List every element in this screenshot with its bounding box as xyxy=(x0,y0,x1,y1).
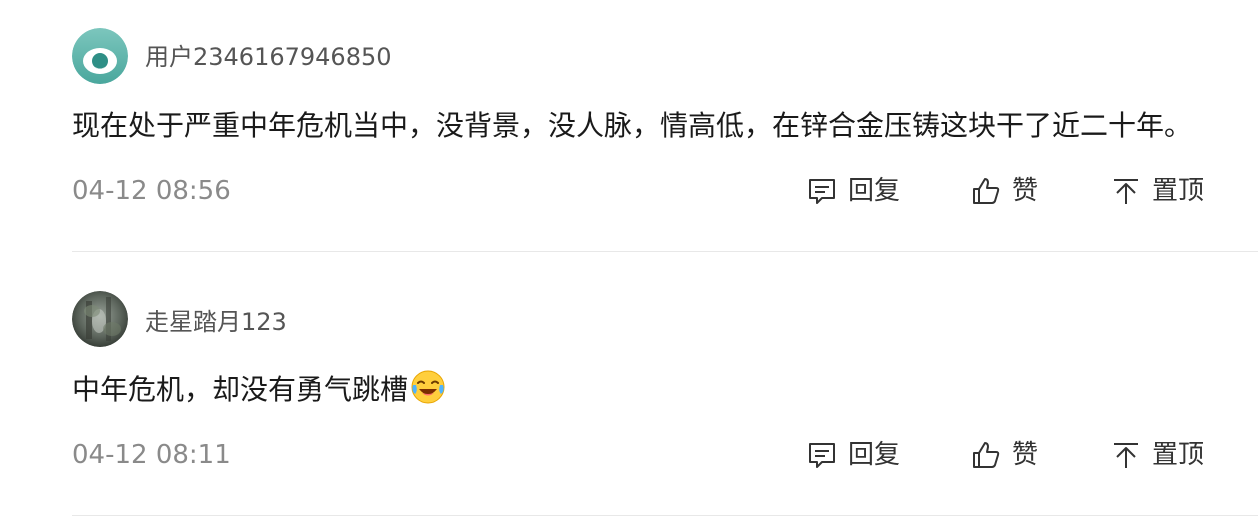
pin-label: 置顶 xyxy=(1152,440,1205,470)
pin-to-top-button[interactable]: 置顶 xyxy=(1110,439,1204,471)
like-label: 赞 xyxy=(1012,440,1039,470)
pin-label: 置顶 xyxy=(1152,176,1205,206)
default-user-avatar-icon xyxy=(72,28,128,84)
crying-laughing-emoji-icon xyxy=(411,370,445,404)
timestamp: 04-12 08:56 xyxy=(72,176,231,206)
timestamp: 04-12 08:11 xyxy=(72,440,231,470)
username[interactable]: 走星踏月123 xyxy=(145,307,287,337)
comment-item: 用户2346167946850 现在处于严重中年危机当中，没背景，没人脉，情高低… xyxy=(0,0,1258,252)
comment-text: 现在处于严重中年危机当中，没背景，没人脉，情高低，在锌合金压铸这块干了近二十年。 xyxy=(72,109,1193,142)
divider xyxy=(72,251,1258,252)
comment-list: 用户2346167946850 现在处于严重中年危机当中，没背景，没人脉，情高低… xyxy=(0,0,1258,528)
thumbs-up-icon xyxy=(973,178,1000,204)
pin-to-top-icon xyxy=(1114,179,1138,204)
reply-label: 回复 xyxy=(848,440,901,470)
like-label: 赞 xyxy=(1012,176,1039,206)
divider xyxy=(72,515,1258,516)
reply-button[interactable]: 回复 xyxy=(806,439,900,471)
avatar[interactable] xyxy=(72,28,128,84)
comment-icon xyxy=(809,179,835,204)
comment-text: 中年危机，却没有勇气跳槽 xyxy=(72,369,446,410)
pin-to-top-button[interactable]: 置顶 xyxy=(1110,175,1204,207)
reply-button[interactable]: 回复 xyxy=(806,175,900,207)
pin-to-top-icon xyxy=(1114,443,1138,468)
username[interactable]: 用户2346167946850 xyxy=(145,42,392,72)
comment-text-body: 中年危机，却没有勇气跳槽 xyxy=(72,373,409,406)
like-button[interactable]: 赞 xyxy=(970,175,1038,207)
comment-icon xyxy=(809,443,835,468)
like-button[interactable]: 赞 xyxy=(970,439,1038,471)
photo-avatar-icon xyxy=(72,291,128,347)
comment-item: 走星踏月123 中年危机，却没有勇气跳槽 04-12 08:11 回复 赞 置顶 xyxy=(0,253,1258,517)
avatar[interactable] xyxy=(72,291,128,347)
thumbs-up-icon xyxy=(973,442,1000,468)
reply-label: 回复 xyxy=(848,176,901,206)
